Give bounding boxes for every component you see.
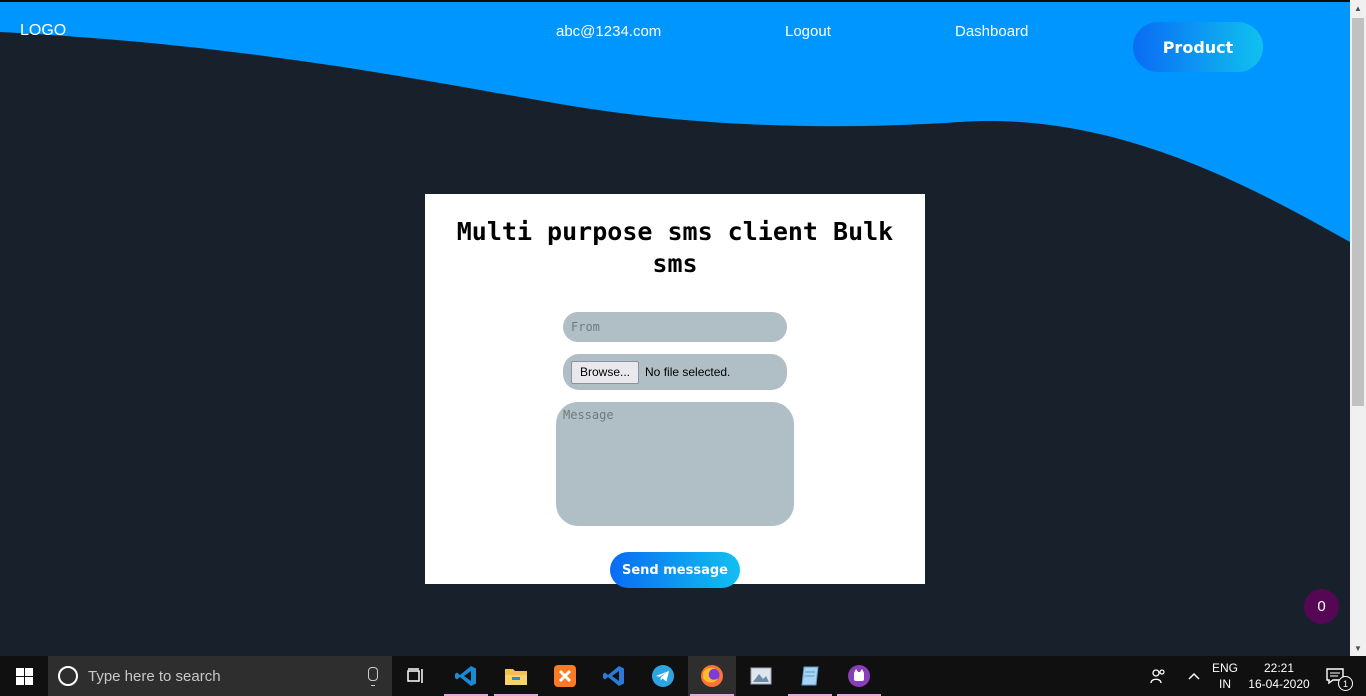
- taskbar-app-visual-studio[interactable]: [590, 656, 638, 696]
- misc-app-icon: [848, 665, 870, 687]
- taskbar-app-xampp[interactable]: [541, 656, 589, 696]
- telegram-icon: [652, 665, 674, 687]
- task-view-icon: [407, 668, 423, 683]
- task-view-button[interactable]: [392, 656, 440, 696]
- message-textarea[interactable]: [556, 402, 794, 526]
- xampp-icon: [554, 665, 576, 687]
- taskbar-search[interactable]: Type here to search: [48, 656, 392, 696]
- visual-studio-icon: [603, 666, 624, 686]
- file-explorer-icon: [505, 669, 527, 685]
- start-button[interactable]: [0, 656, 48, 696]
- scrollbar-thumb[interactable]: [1352, 18, 1364, 406]
- microphone-icon[interactable]: [368, 667, 378, 686]
- page-scrollbar[interactable]: ▲ ▼: [1350, 0, 1366, 656]
- taskbar-app-notepad[interactable]: [786, 656, 834, 696]
- chevron-up-icon: [1188, 672, 1200, 680]
- clock-date: 16-04-2020: [1248, 677, 1310, 691]
- people-button[interactable]: [1140, 656, 1176, 696]
- photos-icon: [750, 667, 772, 685]
- browse-button[interactable]: Browse...: [571, 360, 640, 384]
- notification-count-badge: 1: [1338, 676, 1353, 691]
- people-icon: [1150, 669, 1165, 684]
- language-indicator[interactable]: ENG IN: [1208, 660, 1242, 692]
- notepad-icon: [801, 666, 819, 686]
- taskbar-app-telegram[interactable]: [639, 656, 687, 696]
- floating-count-badge[interactable]: 0: [1304, 589, 1339, 624]
- show-hidden-icons-button[interactable]: [1178, 656, 1210, 696]
- file-input[interactable]: Browse... No file selected.: [563, 354, 787, 390]
- taskbar-app-photos[interactable]: [737, 656, 785, 696]
- windows-taskbar: Type here to search ENG IN 22:21 16-04-2…: [0, 656, 1366, 696]
- taskbar-app-vscode[interactable]: [442, 656, 490, 696]
- language-code: ENG: [1211, 661, 1238, 675]
- form-title: Multi purpose sms client Bulk sms: [456, 217, 894, 278]
- scroll-down-arrow-icon[interactable]: ▼: [1350, 640, 1366, 656]
- region-code: IN: [1219, 677, 1231, 691]
- browser-viewport: LOGO abc@1234.com Logout Dashboard Produ…: [0, 0, 1366, 656]
- cortana-icon: [58, 666, 78, 686]
- taskbar-app-firefox[interactable]: [688, 656, 736, 696]
- taskbar-app-file-explorer[interactable]: [492, 656, 540, 696]
- from-input[interactable]: [563, 312, 787, 342]
- nav-logout-link[interactable]: Logout: [785, 23, 831, 40]
- logo[interactable]: LOGO: [20, 22, 66, 40]
- clock-time: 22:21: [1263, 661, 1295, 675]
- search-placeholder: Type here to search: [88, 667, 221, 685]
- action-center-button[interactable]: 1: [1320, 656, 1353, 696]
- nav-email-link[interactable]: abc@1234.com: [556, 23, 661, 40]
- scroll-up-arrow-icon[interactable]: ▲: [1350, 0, 1366, 16]
- window-top-border: [0, 0, 1350, 2]
- taskbar-app-misc[interactable]: [835, 656, 883, 696]
- file-status-text: No file selected.: [645, 365, 731, 379]
- product-button[interactable]: Product: [1133, 22, 1263, 72]
- nav-dashboard-link[interactable]: Dashboard: [955, 23, 1028, 40]
- windows-logo-icon: [15, 667, 33, 685]
- firefox-icon: [701, 665, 723, 687]
- vscode-icon: [455, 666, 476, 686]
- send-message-button[interactable]: Send message: [610, 552, 740, 588]
- sms-form-card: Multi purpose sms client Bulk sms Browse…: [425, 194, 925, 588]
- clock[interactable]: 22:21 16-04-2020: [1244, 660, 1314, 692]
